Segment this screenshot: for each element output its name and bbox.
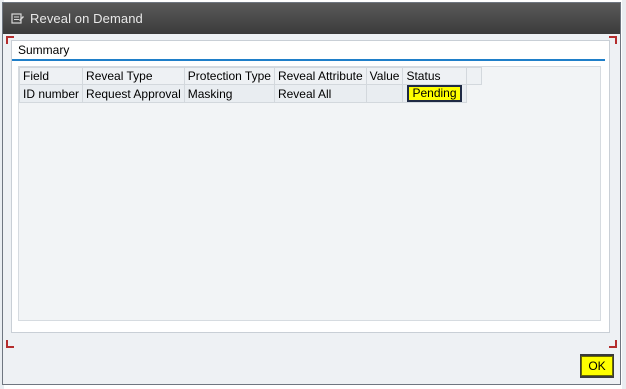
column-header-value[interactable]: Value	[365, 67, 404, 85]
summary-panel-title: Summary	[12, 41, 605, 61]
status-badge: Pending	[407, 85, 462, 102]
background-app-right	[622, 0, 626, 389]
summary-panel: Summary Field Reveal Type Protection Typ…	[11, 40, 610, 333]
cell-protection-type[interactable]: Masking	[183, 84, 275, 103]
summary-table: Field Reveal Type Protection Type Reveal…	[18, 67, 482, 103]
ok-button-label: OK	[581, 356, 613, 376]
column-header-status[interactable]: Status	[402, 67, 467, 85]
table-row[interactable]: ID number Request Approval Masking Revea…	[18, 84, 482, 103]
cell-value[interactable]	[365, 84, 404, 103]
column-header-reveal-type[interactable]: Reveal Type	[82, 67, 185, 85]
dialog-titlebar[interactable]: Reveal on Demand	[3, 3, 620, 34]
cell-reveal-attribute[interactable]: Reveal All	[273, 84, 367, 103]
cell-status[interactable]: Pending	[402, 84, 467, 103]
summary-table-area: Field Reveal Type Protection Type Reveal…	[18, 66, 601, 321]
table-header-row: Field Reveal Type Protection Type Reveal…	[18, 67, 482, 85]
column-header-reveal-attribute[interactable]: Reveal Attribute	[273, 67, 367, 85]
column-header-field[interactable]: Field	[18, 67, 84, 85]
focus-corner-top-right	[609, 36, 617, 44]
cell-reveal-type[interactable]: Request Approval	[82, 84, 185, 103]
dialog-edit-icon	[11, 12, 25, 26]
dialog-title: Reveal on Demand	[30, 11, 143, 26]
reveal-on-demand-dialog: Reveal on Demand Summary Field Reveal Ty…	[2, 2, 621, 385]
column-header-filler	[465, 67, 482, 85]
cell-filler	[465, 84, 482, 103]
focus-corner-bottom-right	[609, 340, 617, 348]
cell-field[interactable]: ID number	[18, 84, 84, 103]
ok-button[interactable]: OK	[580, 354, 614, 378]
column-header-protection-type[interactable]: Protection Type	[183, 67, 275, 85]
focus-corner-bottom-left	[6, 340, 14, 348]
